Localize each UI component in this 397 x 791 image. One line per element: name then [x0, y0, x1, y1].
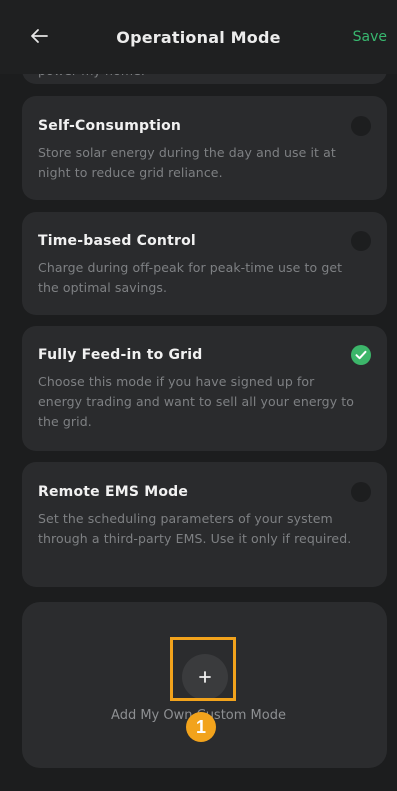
mode-radio-time-based[interactable] [351, 231, 371, 251]
mode-card-self-consumption[interactable]: Self-Consumption Store solar energy duri… [22, 96, 387, 200]
mode-radio-feed-in[interactable] [351, 345, 371, 365]
mode-card-remote-ems[interactable]: Remote EMS Mode Set the scheduling param… [22, 462, 387, 587]
mode-title: Self-Consumption [38, 118, 182, 134]
header: Operational Mode Save [0, 0, 397, 74]
mode-radio-self-consumption[interactable] [351, 116, 371, 136]
mode-card-feed-in[interactable]: Fully Feed-in to Grid Choose this mode i… [22, 326, 387, 451]
mode-title: Time-based Control [38, 233, 196, 249]
mode-description: Set the scheduling parameters of your sy… [38, 511, 352, 546]
step-badge: 1 [186, 712, 216, 742]
mode-card-time-based[interactable]: Time-based Control Charge during off-pea… [22, 212, 387, 315]
operational-mode-screen: Operational Mode Save power my home. Sel… [0, 0, 397, 791]
mode-description: Charge during off-peak for peak-time use… [38, 260, 343, 295]
check-icon [355, 350, 367, 360]
mode-title: Remote EMS Mode [38, 484, 189, 500]
page-title: Operational Mode [116, 28, 281, 47]
save-button[interactable]: Save [353, 29, 387, 45]
mode-description: Store solar energy during the day and us… [38, 145, 336, 180]
mode-title: Fully Feed-in to Grid [38, 347, 203, 363]
mode-description: Choose this mode if you have signed up f… [38, 374, 355, 429]
mode-radio-remote-ems[interactable] [351, 482, 371, 502]
highlight-box [170, 637, 236, 701]
